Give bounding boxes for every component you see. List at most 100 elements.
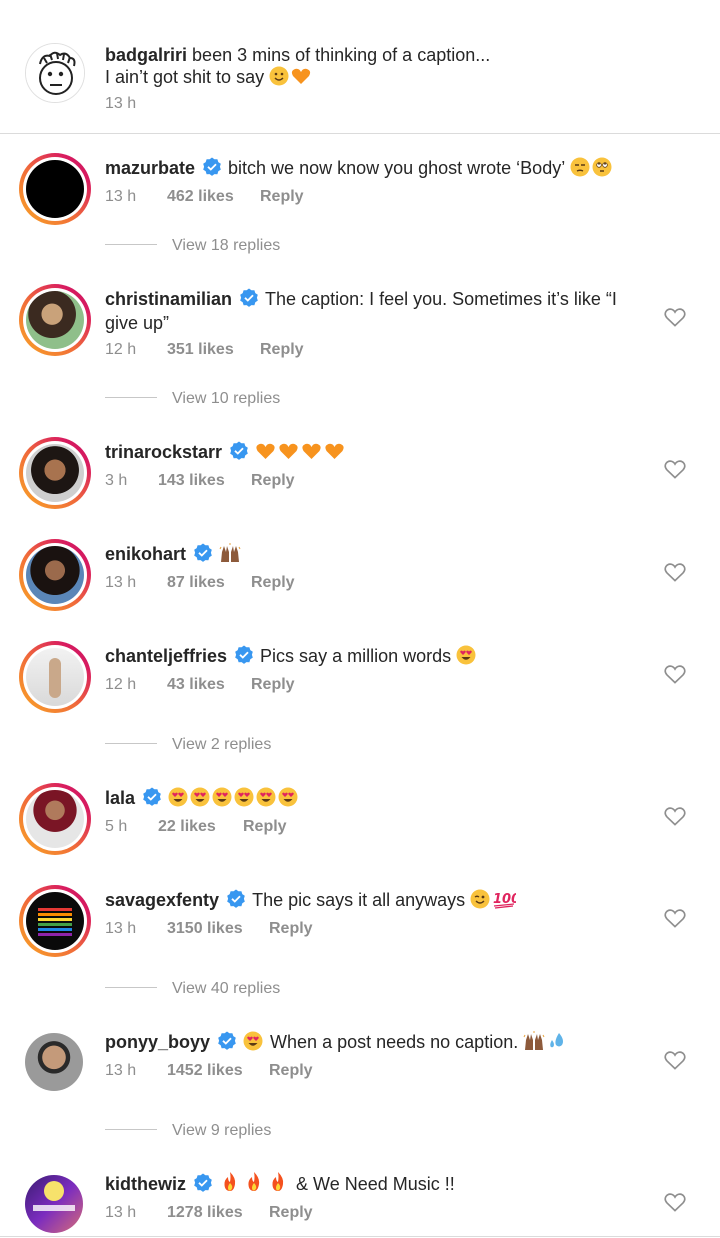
comment-username[interactable]: christinamilian <box>105 289 232 309</box>
reply-button[interactable]: Reply <box>251 472 295 490</box>
fire-icon <box>248 1172 260 1191</box>
comment-text: trinarockstarr <box>105 439 645 465</box>
heart-eyes-face-icon <box>278 787 298 807</box>
comment-body: Pics say a million words <box>260 646 452 666</box>
view-replies-button[interactable]: View 10 replies <box>105 390 280 408</box>
divider <box>0 1236 720 1237</box>
comment-meta: 3 h 143 likes Reply <box>105 472 295 490</box>
comment-time: 13 h <box>105 1204 137 1221</box>
comment-text: christinamilian The caption: I feel you. … <box>105 286 645 312</box>
like-heart-icon[interactable] <box>664 806 686 826</box>
eye-roll-face-icon <box>592 157 612 177</box>
fire-icon <box>224 1172 236 1191</box>
like-heart-icon[interactable] <box>664 1050 686 1070</box>
comment-username[interactable]: kidthewiz <box>105 1174 186 1194</box>
view-replies-label: View 10 replies <box>172 390 281 407</box>
comment-likes[interactable]: 1452 likes <box>167 1062 243 1080</box>
comment-body: bitch we now know you ghost wrote ‘Body’ <box>228 158 565 178</box>
comment-time: 13 h <box>105 574 137 591</box>
heart-eyes-face-icon <box>256 787 276 807</box>
raised-hands-icon <box>523 1031 545 1050</box>
orange-heart-icon <box>302 443 321 459</box>
avatar[interactable] <box>25 1033 83 1091</box>
comment-body-line2: give up” <box>105 313 170 333</box>
avatar[interactable] <box>25 1175 83 1233</box>
avatar[interactable] <box>19 153 91 225</box>
like-heart-icon[interactable] <box>664 1192 686 1212</box>
comment-body: & We Need Music !! <box>296 1174 455 1194</box>
reply-button[interactable]: Reply <box>251 676 295 694</box>
verified-badge-icon <box>235 645 253 664</box>
comment-meta: 13 h 87 likes Reply <box>105 574 295 592</box>
comment-meta: 12 h 351 likes Reply <box>105 341 304 359</box>
comment-likes[interactable]: 462 likes <box>167 188 234 206</box>
reply-button[interactable]: Reply <box>260 188 304 206</box>
comment-time: 12 h <box>105 676 137 693</box>
avatar[interactable] <box>19 284 91 356</box>
comment-likes[interactable]: 1278 likes <box>167 1204 243 1222</box>
like-heart-icon[interactable] <box>664 307 686 327</box>
caption-line1: been 3 mins of thinking of a caption... <box>192 45 491 65</box>
reply-button[interactable]: Reply <box>269 1062 313 1080</box>
cartoon-face-icon <box>26 44 84 102</box>
view-replies-button[interactable]: View 9 replies <box>105 1122 271 1140</box>
comment-username[interactable]: ponyy_boyy <box>105 1032 210 1052</box>
comment-username[interactable]: enikohart <box>105 544 186 564</box>
like-heart-icon[interactable] <box>664 908 686 928</box>
comment-username[interactable]: mazurbate <box>105 158 195 178</box>
comment-time: 13 h <box>105 920 137 937</box>
verified-badge-icon <box>194 543 212 562</box>
view-replies-label: View 2 replies <box>172 736 272 753</box>
comment-username[interactable]: lala <box>105 788 135 808</box>
unamused-face-icon <box>570 157 590 177</box>
verified-badge-icon <box>203 157 221 176</box>
avatar[interactable] <box>19 437 91 509</box>
view-replies-label: View 40 replies <box>172 980 281 997</box>
avatar[interactable] <box>19 885 91 957</box>
like-heart-icon[interactable] <box>664 562 686 582</box>
view-replies-label: View 9 replies <box>172 1122 272 1139</box>
verified-badge-icon <box>240 288 258 307</box>
comment-likes[interactable]: 22 likes <box>158 818 216 836</box>
avatar[interactable] <box>19 783 91 855</box>
comment-body: When a post needs no caption. <box>270 1032 519 1052</box>
comment-likes[interactable]: 351 likes <box>167 341 234 359</box>
like-heart-icon[interactable] <box>664 664 686 684</box>
view-replies-button[interactable]: View 40 replies <box>105 980 280 998</box>
heart-eyes-face-icon <box>243 1031 263 1051</box>
comment-body: The caption: I feel you. Sometimes it’s … <box>265 289 617 309</box>
reply-button[interactable]: Reply <box>269 1204 313 1222</box>
caption-username[interactable]: badgalriri <box>105 45 187 65</box>
comment-meta: 5 h 22 likes Reply <box>105 818 287 836</box>
comment-likes[interactable]: 3150 likes <box>167 920 243 938</box>
comment-likes[interactable]: 143 likes <box>158 472 225 490</box>
caption-line2: I ain’t got shit to say <box>105 67 265 87</box>
avatar[interactable] <box>19 641 91 713</box>
verified-badge-icon <box>143 787 161 806</box>
raised-hands-icon <box>219 543 241 562</box>
reply-button[interactable]: Reply <box>243 818 287 836</box>
comment-body: The pic says it all anyways <box>252 890 466 910</box>
comment-username[interactable]: chanteljeffries <box>105 646 227 666</box>
verified-badge-icon <box>227 889 245 908</box>
comment-text: lala <box>105 785 645 811</box>
comment-meta: 12 h 43 likes Reply <box>105 676 295 694</box>
comment-username[interactable]: savagexfenty <box>105 890 219 910</box>
comment-time: 5 h <box>105 818 128 835</box>
reply-button[interactable]: Reply <box>251 574 295 592</box>
comment-likes[interactable]: 43 likes <box>167 676 225 694</box>
avatar[interactable] <box>25 43 85 103</box>
like-heart-icon[interactable] <box>664 459 686 479</box>
comment-likes[interactable]: 87 likes <box>167 574 225 592</box>
view-replies-button[interactable]: View 2 replies <box>105 736 271 754</box>
comment-time: 12 h <box>105 341 137 358</box>
orange-heart-icon <box>325 443 344 459</box>
comment-text: savagexfenty The pic says it all anyways … <box>105 887 645 913</box>
view-replies-button[interactable]: View 18 replies <box>105 237 280 255</box>
reply-button[interactable]: Reply <box>269 920 313 938</box>
comment-username[interactable]: trinarockstarr <box>105 442 222 462</box>
comment-meta: 13 h 462 likes Reply <box>105 188 304 206</box>
reply-button[interactable]: Reply <box>260 341 304 359</box>
comment-text-line2: give up” <box>105 310 645 336</box>
avatar[interactable] <box>19 539 91 611</box>
